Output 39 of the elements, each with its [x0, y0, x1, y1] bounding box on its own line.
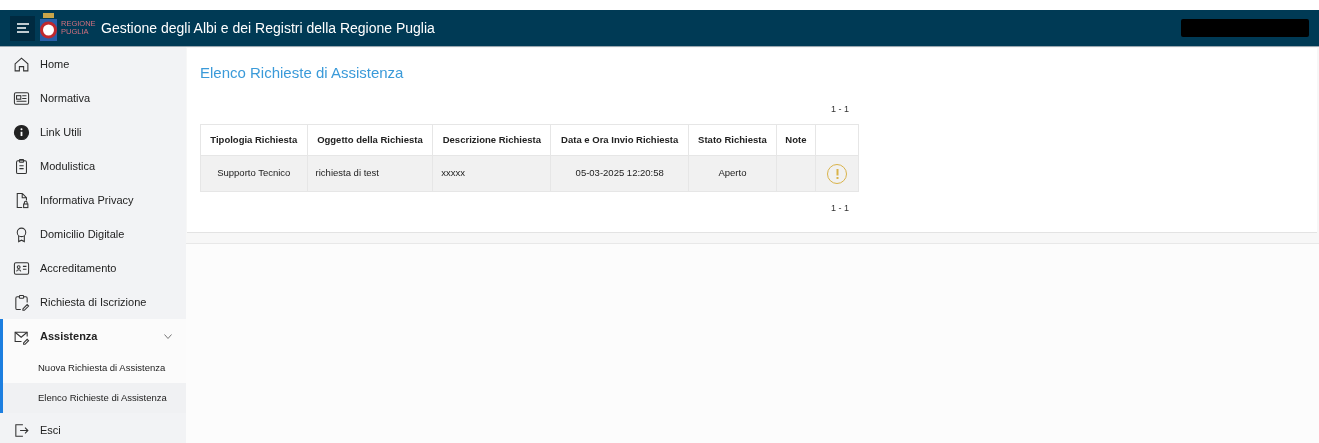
- column-header: Oggetto della Richiesta: [307, 124, 433, 156]
- table-cell: Supporto Tecnico: [217, 167, 291, 179]
- column-header: Stato Richiesta: [688, 124, 777, 156]
- pager-text: 1 - 1: [831, 102, 849, 116]
- nav-item[interactable]: Richiesta di Iscrizione: [0, 285, 186, 319]
- nav-item[interactable]: Esci: [0, 413, 186, 443]
- table-cell: 05-03-2025 12:20:58: [575, 167, 664, 179]
- nav-subitem[interactable]: Nuova Richiesta di Assistenza: [3, 353, 186, 383]
- table-cell: xxxxx: [441, 167, 465, 179]
- page-title: Elenco Richieste di Assistenza: [200, 63, 405, 83]
- nav-subitem[interactable]: Elenco Richieste di Assistenza: [3, 383, 186, 413]
- nav-item[interactable]: Domicilio Digitale: [0, 217, 186, 251]
- home-icon: [13, 55, 30, 73]
- nav-item[interactable]: Accreditamento: [0, 251, 186, 285]
- column-header: Descrizione Richiesta: [432, 124, 551, 156]
- coat-of-arms-icon: [39, 13, 58, 43]
- clipboard-edit-icon: [13, 293, 30, 311]
- nav-item[interactable]: Informativa Privacy: [0, 183, 186, 217]
- pager-text: 1 - 1: [831, 202, 849, 215]
- table-cell: Aperto: [718, 167, 747, 179]
- newspaper-icon: [13, 89, 30, 107]
- column-header: Tipologia Richiesta: [200, 124, 308, 156]
- info-icon: [13, 123, 30, 141]
- nav-item[interactable]: Link Utili: [0, 115, 186, 149]
- nav-item[interactable]: Home: [0, 47, 186, 81]
- menu-button[interactable]: [10, 15, 35, 41]
- table-cell: richiesta di test: [315, 167, 379, 179]
- nav-item[interactable]: Normativa: [0, 81, 186, 115]
- logout-icon: [13, 421, 30, 439]
- app-title: Gestione degli Albi e dei Registri della Regione Puglia: [101, 18, 435, 38]
- nav-item[interactable]: Modulistica: [0, 149, 186, 183]
- clipboard-icon: [13, 157, 30, 175]
- column-header: Data e Ora Invio Richiesta: [550, 124, 689, 156]
- chevron-icon[interactable]: [164, 333, 172, 339]
- nav-item[interactable]: Assistenza: [3, 319, 186, 353]
- column-header: Note: [776, 124, 816, 156]
- id-card-icon: [13, 259, 30, 277]
- exclamation-icon: [835, 168, 839, 179]
- menu-icon: [16, 23, 29, 33]
